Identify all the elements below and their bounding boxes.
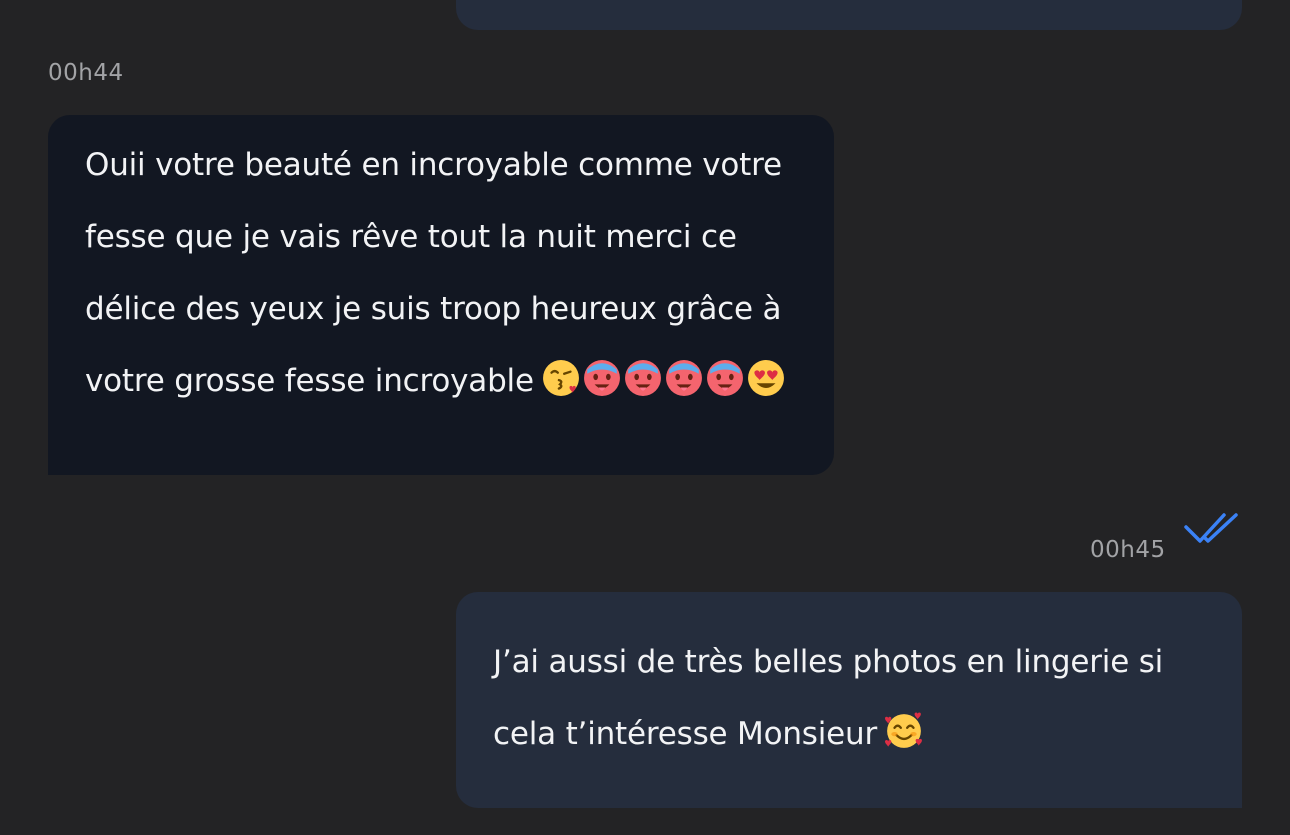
message-line-with-emojis: cela t’intéresse Monsieur	[493, 698, 1212, 770]
emoji-row	[541, 359, 785, 397]
message-line-with-emojis: votre grosse fesse incroyable	[85, 345, 804, 417]
previous-outgoing-bubble[interactable]	[456, 0, 1242, 30]
emoji-row	[885, 712, 924, 750]
hot-face-emoji	[665, 360, 702, 396]
outgoing-message-bubble[interactable]: J’ai aussi de très belles photos en ling…	[456, 592, 1242, 808]
message-line: délice des yeux je suis troop heureux gr…	[85, 291, 782, 327]
incoming-message-bubble[interactable]: Ouii votre beauté en incroyable comme vo…	[48, 115, 834, 475]
smiling-face-with-hearts-emoji	[885, 712, 924, 750]
outgoing-timestamp: 00h45	[1090, 537, 1166, 563]
hot-face-emoji	[583, 360, 620, 396]
hot-face-emoji	[706, 360, 743, 396]
incoming-timestamp: 00h44	[48, 60, 124, 86]
message-line: J’ai aussi de très belles photos en ling…	[493, 644, 1164, 680]
message-line: Ouii votre beauté en incroyable comme vo…	[85, 147, 782, 183]
double-check-icon	[1184, 513, 1238, 543]
kissing-heart-emoji	[541, 359, 580, 397]
message-line-text: cela t’intéresse Monsieur	[493, 716, 878, 752]
message-line-text: votre grosse fesse incroyable	[85, 363, 534, 399]
heart-eyes-emoji	[747, 360, 784, 396]
message-line: fesse que je vais rêve tout la nuit merc…	[85, 219, 737, 255]
hot-face-emoji	[624, 360, 661, 396]
